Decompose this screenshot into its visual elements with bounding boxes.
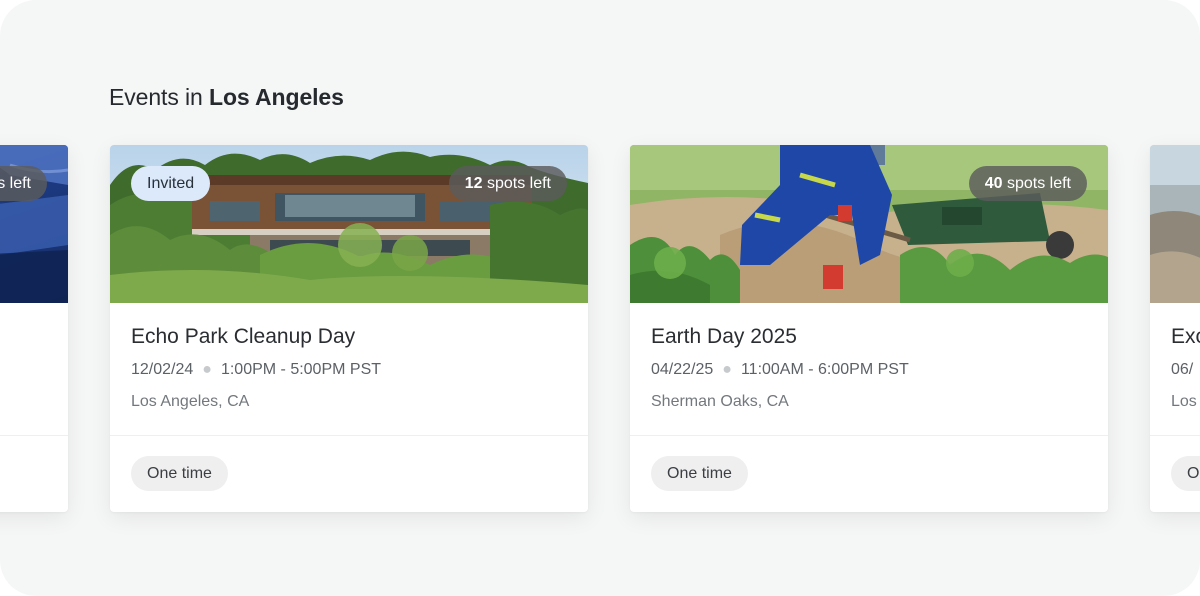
event-time: 11:00AM - 6:00PM PST — [740, 361, 909, 378]
invited-badge: Invited — [131, 166, 211, 201]
event-title[interactable]: Exc — [1171, 325, 1200, 349]
event-date: 04/22/25 — [651, 361, 714, 378]
event-datetime: 12/02/24 ● 1:00PM - 5:00PM PST — [131, 361, 381, 379]
separator-dot: ● — [202, 361, 212, 378]
event-datetime: 06/ — [1171, 361, 1193, 379]
spots-left-badge: 12 spots left — [448, 166, 567, 201]
event-time: 1:00PM - 5:00PM PST — [220, 361, 382, 378]
event-card-image — [1150, 145, 1200, 303]
event-location: Los Angeles, CA — [131, 393, 250, 410]
event-card[interactable]: Exc 06/ Los O — [1150, 145, 1200, 512]
section-heading-prefix: Events in — [109, 84, 203, 110]
event-location: Sherman Oaks, CA — [651, 393, 789, 410]
event-date: 12/02/24 — [131, 361, 194, 378]
event-card-echo-park[interactable]: Invited 12 spots left Echo Park Cleanup … — [110, 145, 588, 512]
section-heading: Events in Los Angeles — [109, 84, 344, 111]
beach-photo — [1150, 145, 1200, 303]
event-location: Los — [1171, 393, 1197, 410]
separator-dot: ● — [722, 361, 732, 378]
spots-left-badge: s left — [0, 166, 47, 201]
card-divider — [0, 435, 68, 436]
events-section: Events in Los Angeles s left Invited 12 … — [0, 0, 1200, 596]
event-title[interactable]: Earth Day 2025 — [651, 325, 797, 349]
event-date: 06/ — [1171, 361, 1194, 378]
card-divider — [630, 435, 1108, 436]
card-divider — [1150, 435, 1200, 436]
event-card-earth-day[interactable]: 40 spots left Earth Day 2025 04/22/25 ● 11… — [630, 145, 1108, 512]
event-datetime: 04/22/25 ● 11:00AM - 6:00PM PST — [651, 361, 909, 379]
frequency-tag: One time — [651, 456, 748, 491]
event-card[interactable]: s left — [0, 145, 68, 512]
frequency-tag: O — [1171, 456, 1200, 491]
event-title[interactable]: Echo Park Cleanup Day — [131, 325, 355, 349]
spots-left-badge: 40 spots left — [968, 166, 1087, 201]
frequency-tag: One time — [131, 456, 228, 491]
card-divider — [110, 435, 588, 436]
section-heading-city: Los Angeles — [209, 84, 344, 110]
